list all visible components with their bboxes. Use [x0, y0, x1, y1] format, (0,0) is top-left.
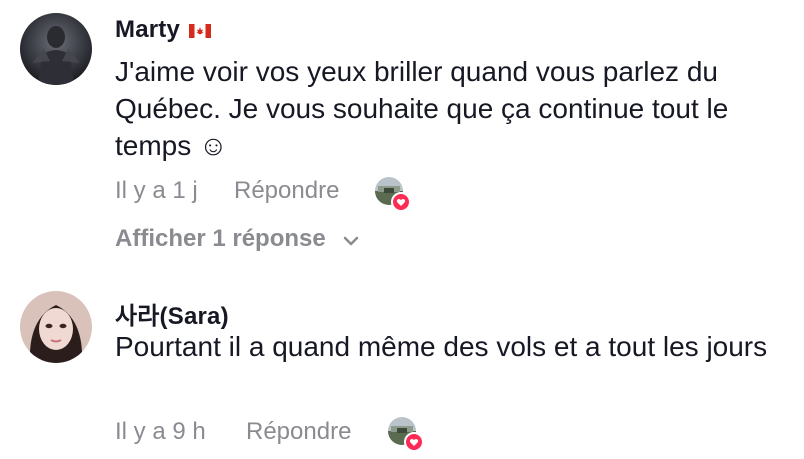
comment-timestamp: Il y a 1 j — [115, 177, 198, 204]
comment-author[interactable]: Marty — [115, 16, 211, 45]
author-name[interactable]: Marty — [115, 16, 180, 43]
comment-item: Marty J'aime voir vos yeux briller quand… — [0, 0, 804, 265]
show-replies-label[interactable]: Afficher 1 réponse — [115, 225, 326, 252]
show-replies-button[interactable]: Afficher 1 réponse — [115, 225, 360, 254]
reply-button[interactable]: Répondre — [246, 418, 351, 446]
comment-author[interactable]: 사라(Sara) — [115, 296, 229, 331]
comment-item: 사라(Sara) Pourtant il a quand même des vo… — [0, 275, 804, 456]
reply-button[interactable]: Répondre — [234, 177, 339, 205]
creator-liked-badge — [387, 416, 424, 452]
comment-text: J'aime voir vos yeux briller quand vous … — [115, 56, 729, 161]
comment-timestamp: Il y a 9 h — [115, 418, 206, 445]
canada-flag-icon — [188, 17, 211, 45]
avatar[interactable] — [20, 291, 92, 363]
creator-liked-badge — [374, 176, 411, 212]
comment-text: Pourtant il a quand même des vols et a t… — [115, 331, 768, 362]
avatar[interactable] — [20, 13, 92, 85]
chevron-down-icon — [342, 226, 360, 254]
